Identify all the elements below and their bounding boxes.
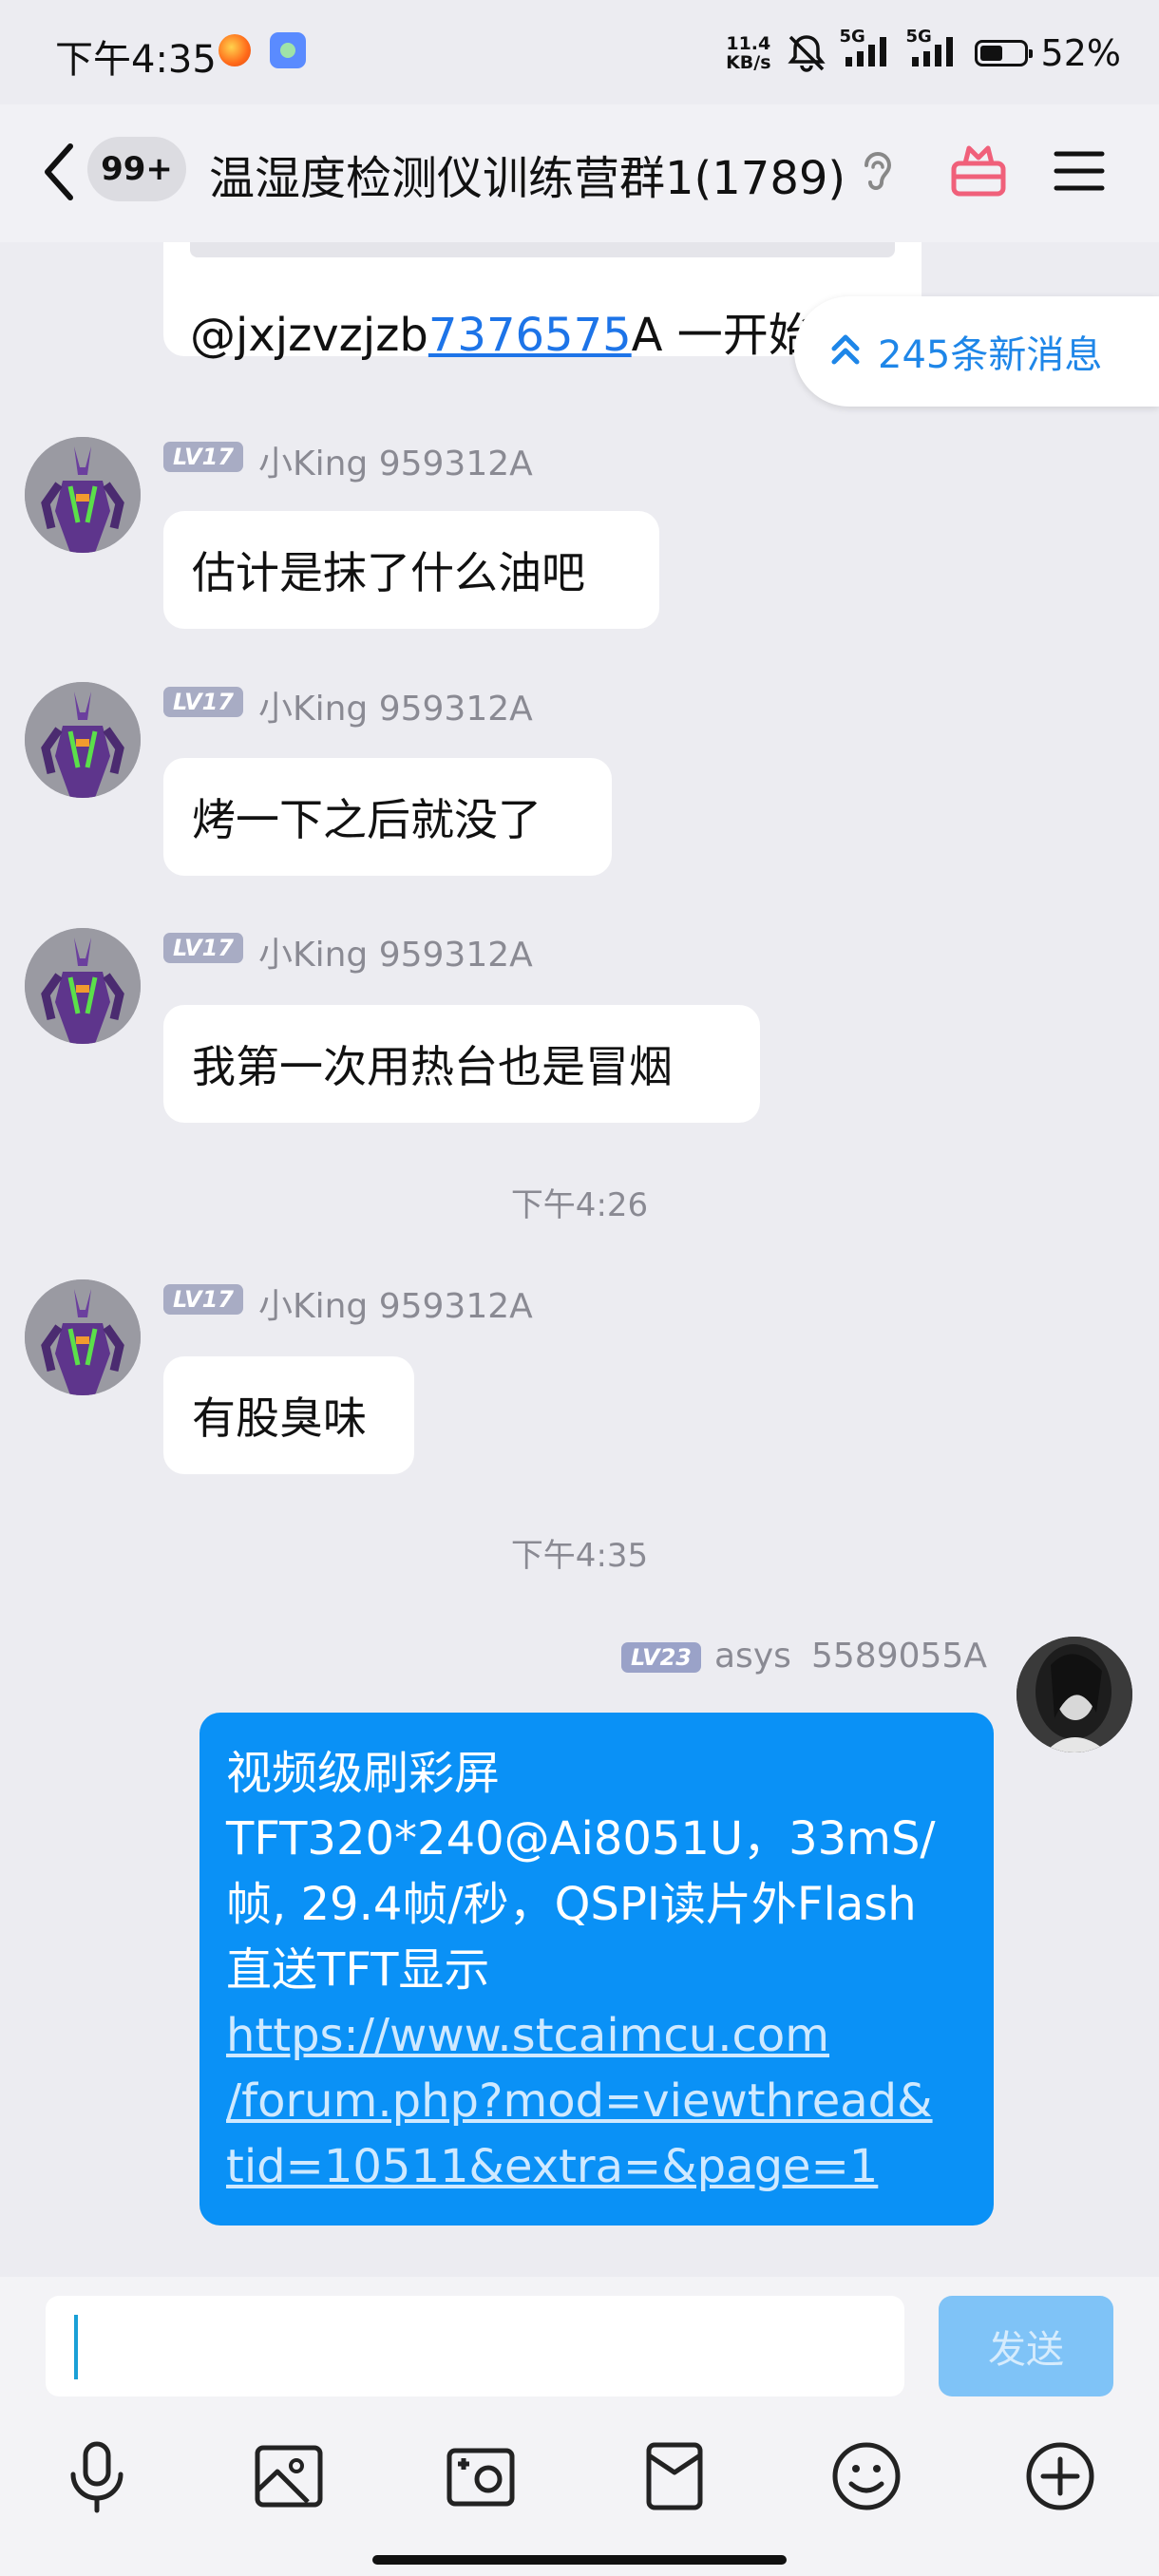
robot-avatar-icon bbox=[25, 682, 141, 798]
notification-app-icon bbox=[218, 34, 251, 66]
signal-icon-2: 5G bbox=[906, 27, 961, 72]
image-icon[interactable] bbox=[251, 2438, 327, 2514]
message-link-line: /forum.php?mod=viewthread& bbox=[226, 2074, 933, 2128]
unread-badge[interactable]: 99+ bbox=[87, 137, 186, 201]
gift-icon[interactable] bbox=[948, 141, 1009, 205]
signal-label-2: 5G bbox=[905, 27, 932, 47]
message-bubble[interactable]: 估计是抹了什么油吧 bbox=[163, 511, 659, 629]
avatar[interactable] bbox=[25, 437, 141, 553]
battery-fill bbox=[979, 46, 1002, 61]
sender-name[interactable]: 小King 959312A bbox=[258, 681, 533, 730]
camera-icon[interactable] bbox=[443, 2438, 519, 2514]
message-link-line: tid=10511&extra=&page=1 bbox=[226, 2140, 879, 2193]
status-time: 下午4:35 bbox=[55, 38, 217, 82]
group-title[interactable]: 温湿度检测仪训练营群1(1789) bbox=[209, 141, 846, 207]
self-message-line: 视频级刷彩屏 bbox=[226, 1747, 501, 1800]
status-indicators: 11.4 KB/s 5G 5G 52% bbox=[726, 25, 1121, 82]
new-messages-label: 245条新消息 bbox=[878, 333, 1103, 377]
emoji-icon[interactable] bbox=[828, 2438, 904, 2514]
quoted-message bbox=[190, 242, 895, 257]
level-badge: LV17 bbox=[163, 442, 243, 472]
sender-name[interactable]: 小King 959312A bbox=[258, 436, 533, 485]
signal-label-1: 5G bbox=[839, 27, 865, 47]
avatar[interactable] bbox=[25, 682, 141, 798]
chat-message-list[interactable]: @jxjzvzjzb7376575A 一开始 245条新消息 LV17 小Kin… bbox=[0, 242, 1159, 2277]
signal-icon-1: 5G bbox=[840, 27, 895, 72]
avatar[interactable] bbox=[25, 1279, 141, 1395]
message-bubble[interactable]: 有股臭味 bbox=[163, 1356, 414, 1474]
level-badge: LV23 bbox=[621, 1642, 701, 1673]
message-bubble[interactable]: 烤一下之后就没了 bbox=[163, 758, 612, 876]
message-input[interactable] bbox=[46, 2296, 904, 2396]
send-button[interactable]: 发送 bbox=[939, 2296, 1113, 2396]
self-message-line: 帧, 29.4帧/秒，QSPI读片外Flash bbox=[226, 1878, 917, 1931]
mention-prefix: @jxjzvzjzb bbox=[190, 309, 428, 362]
message-text-partial: @jxjzvzjzb7376575A 一开始 bbox=[190, 297, 814, 364]
mute-icon bbox=[785, 31, 828, 75]
level-badge: LV17 bbox=[163, 1284, 243, 1315]
portrait-avatar-icon bbox=[1016, 1637, 1132, 1752]
battery-icon bbox=[974, 40, 1033, 66]
sender-name[interactable]: 小King 959312A bbox=[258, 927, 533, 976]
red-packet-icon[interactable] bbox=[636, 2438, 712, 2514]
notification-app-icon-2 bbox=[270, 32, 306, 68]
status-bar: 下午4:35 11.4 KB/s 5G 5G 52% bbox=[0, 0, 1159, 104]
network-speed-unit: KB/s bbox=[726, 52, 771, 73]
level-badge: LV17 bbox=[163, 933, 243, 963]
message-bubble[interactable]: 我第一次用热台也是冒烟 bbox=[163, 1005, 760, 1123]
menu-icon[interactable] bbox=[1053, 144, 1106, 201]
robot-avatar-icon bbox=[25, 1279, 141, 1395]
message-link-line: https://www.stcaimcu.com bbox=[226, 2009, 829, 2062]
text-caret bbox=[74, 2315, 78, 2379]
input-bar: 发送 bbox=[0, 2277, 1159, 2410]
ear-icon[interactable] bbox=[859, 146, 897, 203]
microphone-icon[interactable] bbox=[59, 2438, 135, 2514]
robot-avatar-icon bbox=[25, 437, 141, 553]
message-text-suffix: A 一开始 bbox=[631, 309, 814, 362]
time-separator: 下午4:35 bbox=[510, 1537, 649, 1575]
home-indicator[interactable] bbox=[372, 2555, 787, 2565]
plus-icon[interactable] bbox=[1022, 2438, 1098, 2514]
self-message-line: TFT320*240@Ai8051U，33mS/ bbox=[226, 1812, 936, 1866]
sender-id[interactable]: 5589055A bbox=[811, 1637, 987, 1676]
avatar[interactable] bbox=[25, 928, 141, 1044]
input-toolbar bbox=[0, 2410, 1159, 2576]
new-messages-button[interactable]: 245条新消息 bbox=[794, 296, 1159, 407]
sender-name[interactable]: asys bbox=[714, 1637, 791, 1676]
network-speed-value: 11.4 bbox=[726, 33, 771, 54]
robot-avatar-icon bbox=[25, 928, 141, 1044]
self-message-line: 直送TFT显示 bbox=[226, 1943, 490, 1997]
mention-link[interactable]: 7376575 bbox=[428, 309, 632, 362]
chat-header: 99+ 温湿度检测仪训练营群1(1789) bbox=[0, 104, 1159, 242]
level-badge: LV17 bbox=[163, 687, 243, 717]
back-icon[interactable] bbox=[38, 139, 86, 205]
double-chevron-up-icon bbox=[828, 330, 863, 373]
self-message-bubble[interactable]: 视频级刷彩屏 TFT320*240@Ai8051U，33mS/ 帧, 29.4帧… bbox=[200, 1713, 994, 2226]
battery-percent: 52% bbox=[1040, 32, 1121, 74]
message-link[interactable]: https://www.stcaimcu.com /forum.php?mod=… bbox=[226, 2003, 967, 2200]
time-separator: 下午4:26 bbox=[510, 1186, 649, 1224]
sender-name[interactable]: 小King 959312A bbox=[258, 1279, 533, 1328]
network-speed: 11.4 KB/s bbox=[726, 34, 770, 72]
avatar[interactable] bbox=[1016, 1637, 1132, 1752]
